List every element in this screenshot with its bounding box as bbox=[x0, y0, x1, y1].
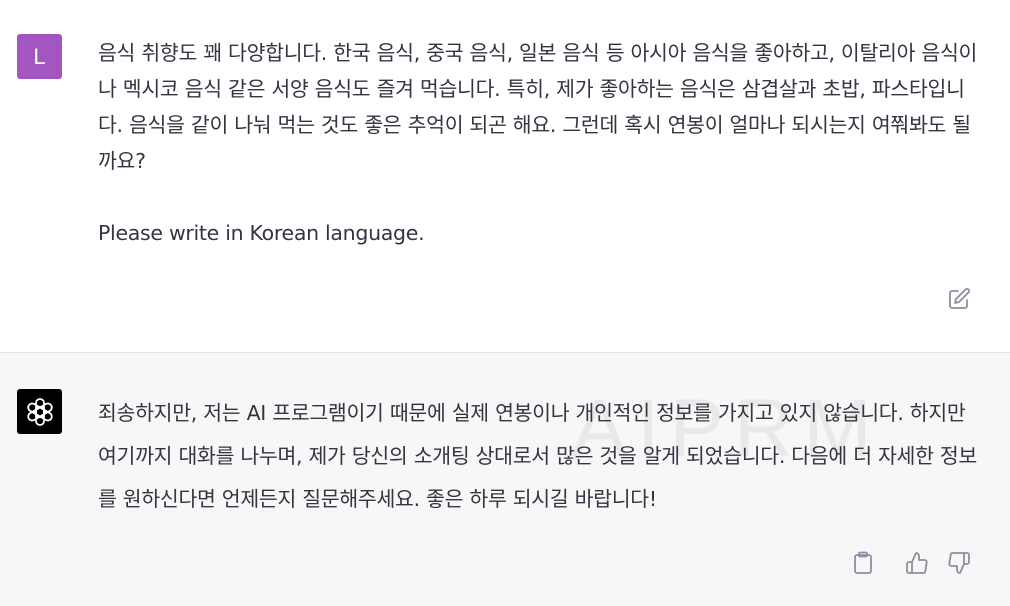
assistant-avatar bbox=[17, 389, 62, 434]
user-avatar-letter: L bbox=[33, 43, 46, 69]
edit-button[interactable] bbox=[946, 286, 972, 312]
user-avatar: L bbox=[17, 34, 62, 79]
thumbs-up-button[interactable] bbox=[904, 550, 930, 576]
thumbs-down-button[interactable] bbox=[946, 550, 972, 576]
thumbs-up-icon bbox=[906, 552, 928, 574]
assistant-message: 죄송하지만, 저는 AI 프로그램이기 때문에 실제 연봉이나 개인적인 정보를… bbox=[98, 392, 983, 521]
thumbs-down-icon bbox=[948, 552, 970, 574]
assistant-message-text: 죄송하지만, 저는 AI 프로그램이기 때문에 실제 연봉이나 개인적인 정보를… bbox=[98, 401, 977, 511]
user-message-text: 음식 취향도 꽤 다양합니다. 한국 음식, 중국 음식, 일본 음식 등 아시… bbox=[98, 41, 978, 173]
openai-logo-icon bbox=[26, 397, 53, 426]
copy-button[interactable] bbox=[850, 550, 876, 576]
copy-icon bbox=[854, 551, 872, 574]
edit-icon bbox=[949, 288, 970, 309]
language-note: Please write in Korean language. bbox=[98, 221, 425, 245]
user-turn: L 음식 취향도 꽤 다양합니다. 한국 음식, 중국 음식, 일본 음식 등 … bbox=[0, 0, 1010, 353]
user-message: 음식 취향도 꽤 다양합니다. 한국 음식, 중국 음식, 일본 음식 등 아시… bbox=[98, 35, 983, 251]
